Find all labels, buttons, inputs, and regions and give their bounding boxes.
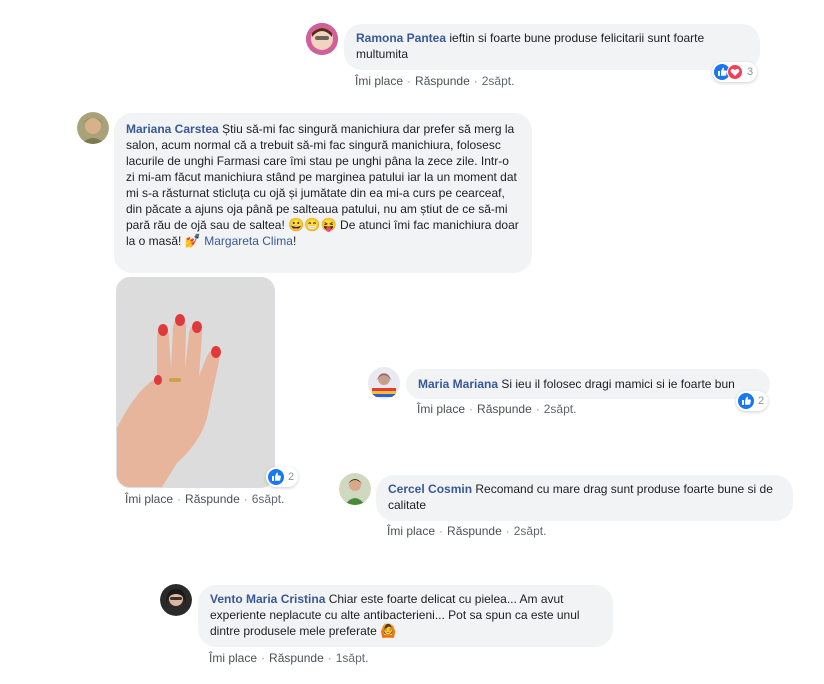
reply-action[interactable]: Răspunde [269, 651, 324, 665]
comment-actions: Îmi place · Răspunde · 6săpt. [125, 492, 284, 506]
reply-action[interactable]: Răspunde [185, 492, 240, 506]
comment-bubble: Vento Maria Cristina Chiar este foarte d… [198, 585, 613, 647]
avatar[interactable] [339, 473, 371, 505]
comment-text: Știu să-mi fac singură manichiura dar pr… [126, 122, 517, 232]
reply-action[interactable]: Răspunde [447, 524, 502, 538]
reaction-count: 3 [747, 66, 754, 78]
comment-bubble: Mariana Carstea Știu să-mi fac singură m… [114, 113, 532, 273]
comment-author[interactable]: Maria Mariana [418, 377, 498, 391]
avatar[interactable] [368, 367, 400, 399]
comment-actions: Îmi place · Răspunde · 2săpt. [387, 524, 546, 538]
like-reaction-icon [268, 469, 284, 485]
attached-photo[interactable] [116, 277, 275, 488]
comment-timestamp[interactable]: 1săpt. [336, 651, 369, 665]
like-action[interactable]: Îmi place [125, 492, 173, 506]
comment-bubble: Ramona Pantea ieftin si foarte bune prod… [344, 24, 760, 70]
reaction-count: 2 [758, 395, 765, 407]
avatar[interactable] [306, 23, 338, 55]
separator: · [535, 402, 540, 416]
comment-author[interactable]: Mariana Carstea [126, 122, 219, 136]
nail-polish-emoji-icon: 💅 [184, 233, 201, 248]
like-action[interactable]: Îmi place [387, 524, 435, 538]
avatar[interactable] [160, 584, 192, 616]
reaction-summary[interactable]: 3 [712, 62, 758, 82]
separator: · [473, 74, 478, 88]
avatar[interactable] [77, 112, 109, 144]
separator: · [261, 651, 266, 665]
comment-timestamp[interactable]: 6săpt. [252, 492, 285, 506]
separator: · [469, 402, 474, 416]
reply-action[interactable]: Răspunde [415, 74, 470, 88]
comment-bubble: Cercel Cosmin Recomand cu mare drag sunt… [376, 475, 793, 521]
comment-timestamp[interactable]: 2săpt. [514, 524, 547, 538]
reaction-summary[interactable]: 2 [266, 467, 299, 487]
comment-author[interactable]: Cercel Cosmin [388, 482, 472, 496]
comment-timestamp[interactable]: 2săpt. [482, 74, 515, 88]
separator: · [505, 524, 510, 538]
separator: · [177, 492, 182, 506]
woman-gesture-emoji-icon: 🙆 [380, 623, 397, 638]
comment-actions: Îmi place · Răspunde · 1săpt. [209, 651, 368, 665]
comment-text: Si ieu il folosec dragi mamici si ie foa… [501, 377, 735, 391]
reaction-count: 2 [288, 471, 295, 483]
like-reaction-icon [738, 393, 754, 409]
separator: · [243, 492, 248, 506]
laughing-emoji-icons: 😀😁😝 [288, 217, 337, 232]
reaction-summary[interactable]: 2 [736, 391, 769, 411]
comment-author[interactable]: Ramona Pantea [356, 31, 446, 45]
comment-author[interactable]: Vento Maria Cristina [210, 592, 325, 606]
comment-timestamp[interactable]: 2săpt. [544, 402, 577, 416]
reply-action[interactable]: Răspunde [477, 402, 532, 416]
separator: · [439, 524, 444, 538]
mention-link[interactable]: Margareta Clima [204, 234, 293, 248]
comment-text-end: ! [292, 234, 297, 248]
like-action[interactable]: Îmi place [355, 74, 403, 88]
comment-actions: Îmi place · Răspunde · 2săpt. [355, 74, 514, 88]
love-reaction-icon [727, 64, 743, 80]
comment-actions: Îmi place · Răspunde · 2săpt. [417, 402, 576, 416]
separator: · [327, 651, 332, 665]
comment-bubble: Maria Mariana Si ieu il folosec dragi ma… [406, 369, 770, 399]
like-action[interactable]: Îmi place [417, 402, 465, 416]
like-action[interactable]: Îmi place [209, 651, 257, 665]
separator: · [407, 74, 412, 88]
